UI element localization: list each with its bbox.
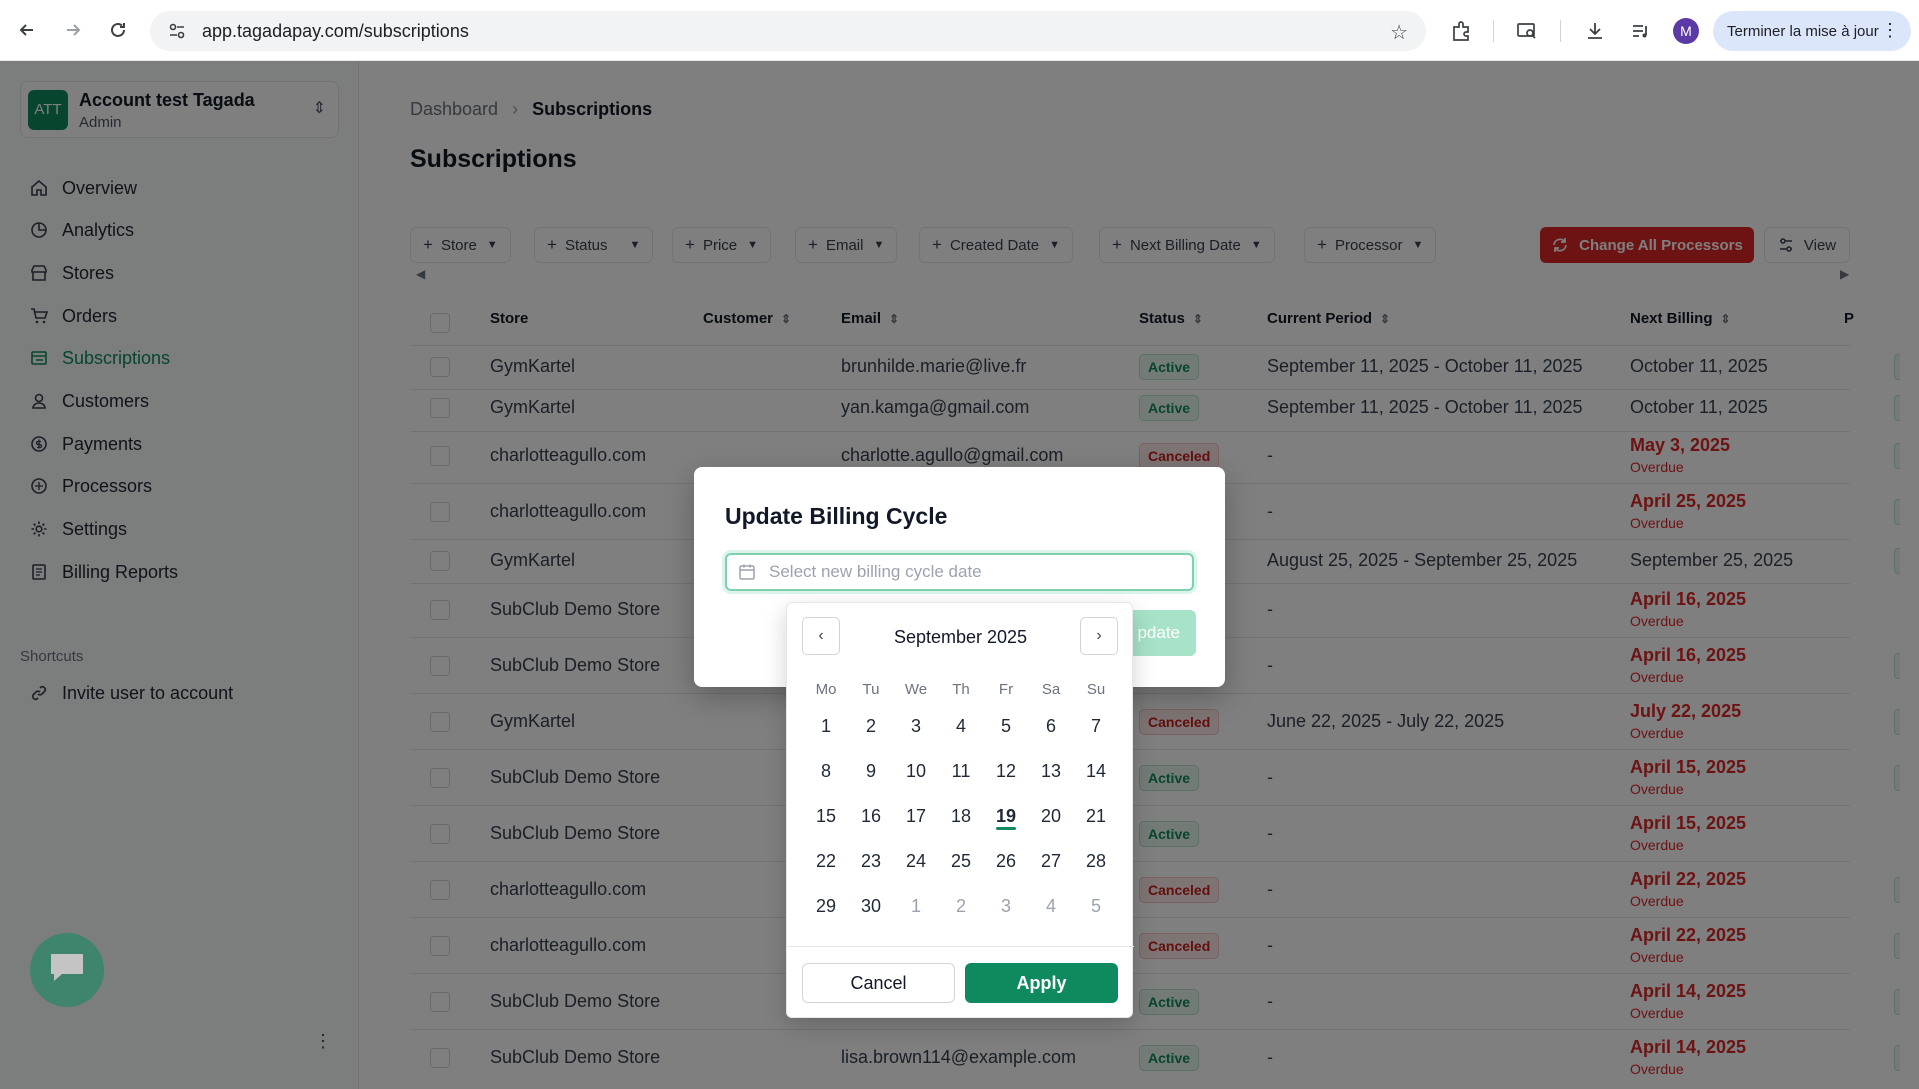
bookmark-star-icon[interactable]: ☆ — [1390, 20, 1408, 45]
profile-avatar[interactable]: M — [1673, 18, 1699, 44]
calendar-day[interactable]: 1 — [896, 889, 936, 923]
calendar-day[interactable]: 6 — [1031, 709, 1071, 743]
address-bar[interactable]: app.tagadapay.com/subscriptions ☆ — [150, 11, 1426, 51]
extensions-icon[interactable] — [1447, 17, 1475, 45]
back-icon[interactable] — [12, 15, 42, 45]
calendar-day[interactable]: 7 — [1076, 709, 1116, 743]
calendar-day[interactable]: 21 — [1076, 799, 1116, 833]
calendar-day[interactable]: 13 — [1031, 754, 1071, 788]
calendar-day[interactable]: 4 — [1031, 889, 1071, 923]
chevron-right-icon: › — [1096, 627, 1102, 644]
calendar-day[interactable]: 24 — [896, 844, 936, 878]
calendar-day[interactable]: 29 — [806, 889, 846, 923]
screen-search-icon[interactable] — [1513, 17, 1541, 45]
weekday-label: Fr — [998, 681, 1014, 698]
weekday-label: Th — [952, 681, 970, 698]
calendar-day[interactable]: 10 — [896, 754, 936, 788]
calendar-day[interactable]: 27 — [1031, 844, 1071, 878]
calendar-day[interactable]: 17 — [896, 799, 936, 833]
calendar-day[interactable]: 18 — [941, 799, 981, 833]
browser-menu-icon[interactable]: ⋮ — [1881, 20, 1899, 41]
forward-icon[interactable] — [58, 15, 88, 45]
calendar-day[interactable]: 16 — [851, 799, 891, 833]
calendar-day[interactable]: 19 — [986, 799, 1026, 833]
browser-update-button[interactable]: Terminer la mise à jour ⋮ — [1713, 11, 1911, 51]
billing-date-placeholder: Select new billing cycle date — [769, 562, 982, 581]
calendar-day[interactable]: 20 — [1031, 799, 1071, 833]
next-month-button[interactable]: › — [1080, 617, 1118, 655]
calendar-day[interactable]: 26 — [986, 844, 1026, 878]
dialog-title: Update Billing Cycle — [725, 503, 948, 529]
weekday-label: Sa — [1041, 681, 1061, 698]
media-control-icon[interactable] — [1627, 17, 1655, 45]
calendar-day[interactable]: 15 — [806, 799, 846, 833]
calendar-day[interactable]: 28 — [1076, 844, 1116, 878]
browser-update-label: Terminer la mise à jour — [1727, 22, 1879, 40]
calendar-day[interactable]: 30 — [851, 889, 891, 923]
calendar-day[interactable]: 3 — [986, 889, 1026, 923]
calendar-day[interactable]: 25 — [941, 844, 981, 878]
calendar-day[interactable]: 9 — [851, 754, 891, 788]
calendar-day[interactable]: 23 — [851, 844, 891, 878]
calendar-day[interactable]: 2 — [851, 709, 891, 743]
weekday-label: We — [904, 681, 928, 698]
reload-icon[interactable] — [103, 15, 133, 45]
apply-button[interactable]: Apply — [965, 963, 1118, 1003]
weekday-label: Mo — [815, 681, 837, 698]
url-text[interactable]: app.tagadapay.com/subscriptions — [202, 21, 469, 42]
calendar-day[interactable]: 5 — [1076, 889, 1116, 923]
weekday-label: Tu — [862, 681, 880, 698]
site-settings-icon[interactable] — [166, 20, 188, 42]
calendar-day[interactable]: 12 — [986, 754, 1026, 788]
weekday-label: Su — [1086, 681, 1106, 698]
calendar-day[interactable]: 14 — [1076, 754, 1116, 788]
download-icon[interactable] — [1581, 17, 1609, 45]
calendar-day[interactable]: 3 — [896, 709, 936, 743]
chat-launcher[interactable] — [30, 933, 104, 1007]
cancel-button[interactable]: Cancel — [802, 963, 955, 1003]
calendar-day[interactable]: 11 — [941, 754, 981, 788]
calendar-day[interactable]: 1 — [806, 709, 846, 743]
date-picker-popover: ‹ September 2025 › Mo Tu We Th Fr Sa Su … — [786, 602, 1134, 1018]
billing-date-input[interactable]: Select new billing cycle date — [725, 553, 1194, 591]
chat-icon — [48, 951, 86, 990]
update-button-label: pdate — [1137, 623, 1180, 642]
calendar-icon — [737, 562, 757, 582]
calendar-day[interactable]: 8 — [806, 754, 846, 788]
calendar-day[interactable]: 22 — [806, 844, 846, 878]
browser-toolbar: app.tagadapay.com/subscriptions ☆ M Term… — [0, 0, 1919, 61]
calendar-day[interactable]: 2 — [941, 889, 981, 923]
calendar-day[interactable]: 4 — [941, 709, 981, 743]
calendar-day[interactable]: 5 — [986, 709, 1026, 743]
